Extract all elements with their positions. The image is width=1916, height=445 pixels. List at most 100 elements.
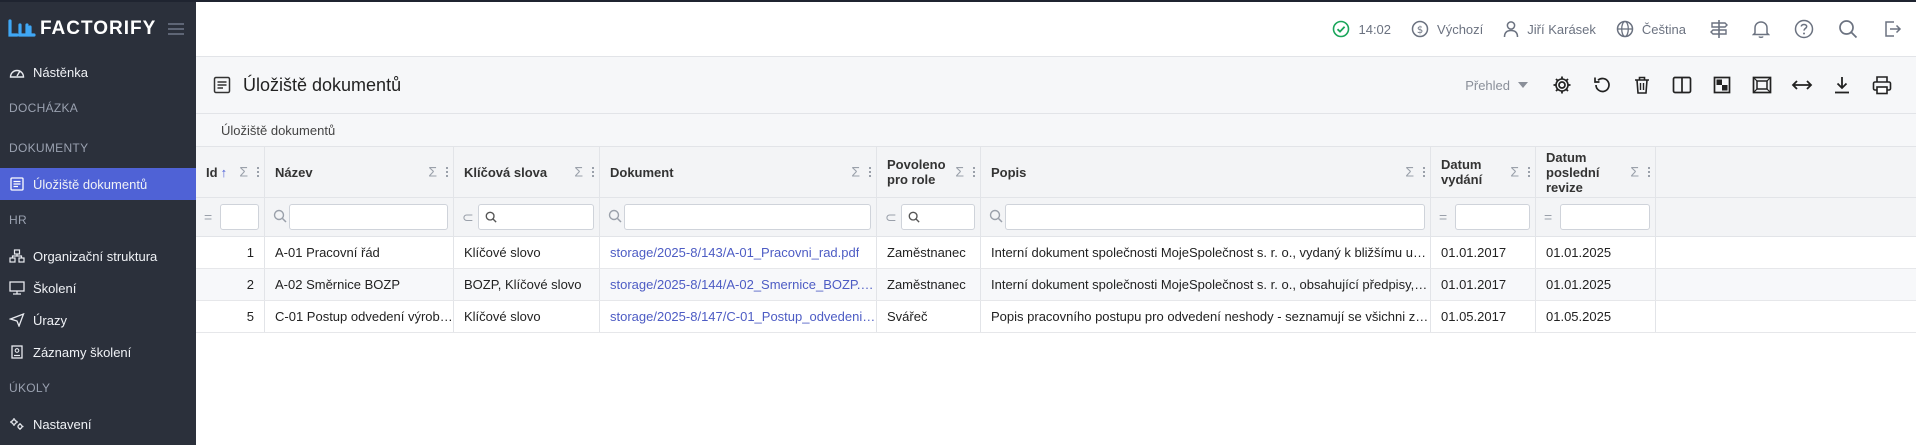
sort-ascending-icon[interactable]: ↑	[221, 165, 228, 180]
language-selector[interactable]: Čeština	[1616, 20, 1686, 38]
filter-input-dokument[interactable]	[624, 204, 871, 230]
sidebar-item-training[interactable]: Školení	[0, 272, 196, 304]
help-icon[interactable]	[1794, 19, 1814, 39]
sidebar-item-org-structure[interactable]: Organizační struktura	[0, 240, 196, 272]
cell-text: Zaměstnanec	[887, 245, 966, 260]
cell-text: 2	[246, 277, 254, 292]
sidebar-item-label: Úrazy	[33, 312, 67, 328]
filter-equals-icon[interactable]: =	[1544, 209, 1560, 225]
filter-search-icon[interactable]	[608, 209, 624, 226]
table-row[interactable]: 2 A-02 Směrnice BOZP BOZP, Klíčové slovo st…	[196, 269, 1916, 301]
sidebar-item-settings[interactable]: Nastavení	[0, 408, 196, 440]
search-icon	[485, 211, 497, 223]
refresh-button[interactable]	[1582, 70, 1622, 100]
settings-gear-button[interactable]	[1542, 70, 1582, 100]
column-header-id[interactable]: Id ↑ Σ	[196, 147, 265, 197]
print-button[interactable]	[1862, 70, 1902, 100]
sum-icon[interactable]: Σ	[1510, 164, 1519, 180]
cell-id: 2	[196, 269, 265, 300]
connection-status[interactable]: 14:02	[1332, 20, 1391, 38]
column-menu-icon[interactable]	[1423, 167, 1425, 177]
breadcrumb-item[interactable]: Úložiště dokumentů	[221, 123, 335, 138]
filter-input-id[interactable]	[220, 204, 259, 230]
column-header-datum_vydani[interactable]: Datum vydání Σ	[1431, 147, 1536, 197]
filter-contains-icon[interactable]: ⊂	[462, 209, 478, 226]
sum-icon[interactable]: Σ	[1405, 164, 1414, 180]
filter-input-klicova_slova[interactable]	[478, 204, 594, 230]
document-link[interactable]: storage/2025-8/144/A-02_Smernice_BOZP.pd…	[610, 277, 876, 292]
table-row[interactable]: 1 A-01 Pracovní řád Klíčové slovo storage/2…	[196, 237, 1916, 269]
columns-icon	[1672, 76, 1692, 94]
sidebar-item-training-records[interactable]: Záznamy školení	[0, 336, 196, 368]
column-header-nazev[interactable]: Název Σ	[265, 147, 454, 197]
cell-dokument[interactable]: storage/2025-8/147/C-01_Postup_odvedeni_…	[600, 301, 877, 332]
download-button[interactable]	[1822, 70, 1862, 100]
sum-icon[interactable]: Σ	[239, 164, 248, 180]
filter-input-povoleno[interactable]	[901, 204, 975, 230]
filter-input-popis[interactable]	[1005, 204, 1425, 230]
sum-icon[interactable]: Σ	[851, 164, 860, 180]
cell-klicova_slova: BOZP, Klíčové slovo	[454, 269, 600, 300]
sum-icon[interactable]: Σ	[955, 164, 964, 180]
search-icon[interactable]	[1838, 19, 1858, 39]
columns-layout-button[interactable]	[1662, 70, 1702, 100]
filter-search-icon[interactable]	[273, 209, 289, 226]
column-header-popis[interactable]: Popis Σ	[981, 147, 1431, 197]
filter-input-nazev[interactable]	[289, 204, 448, 230]
logout-icon[interactable]	[1882, 19, 1902, 39]
user-menu[interactable]: Jiří Karásek	[1503, 20, 1596, 38]
column-header-label: Popis	[991, 164, 1027, 180]
filter-equals-icon[interactable]: =	[1439, 209, 1455, 225]
page-header: Úložiště dokumentů Přehled	[196, 57, 1916, 114]
cell-dokument[interactable]: storage/2025-8/143/A-01_Pracovni_rad.pdf	[600, 237, 877, 268]
page-title: Úložiště dokumentů	[243, 74, 402, 95]
filter-cell-id: =	[196, 198, 265, 236]
image-view-button[interactable]	[1742, 70, 1782, 100]
sidebar-item-document-storage[interactable]: Úložiště dokumentů	[0, 168, 196, 200]
column-menu-icon[interactable]	[257, 167, 259, 177]
cell-text: C-01 Postup odvedení výrobní neshody	[275, 309, 453, 324]
column-header-dokument[interactable]: Dokument Σ	[600, 147, 877, 197]
filter-equals-icon[interactable]: =	[204, 209, 220, 225]
currency-icon: $	[1411, 20, 1429, 38]
menu-toggle-icon[interactable]	[168, 23, 185, 35]
sum-icon[interactable]: Σ	[428, 164, 437, 180]
column-menu-icon[interactable]	[869, 167, 871, 177]
column-header-klicova_slova[interactable]: Klíčová slova Σ	[454, 147, 600, 197]
document-list-icon	[213, 76, 231, 94]
column-menu-icon[interactable]	[1648, 167, 1650, 177]
view-selector-label: Přehled	[1465, 77, 1510, 93]
column-header-datum_revize[interactable]: Datum poslední revize Σ	[1536, 147, 1656, 197]
column-menu-icon[interactable]	[973, 167, 975, 177]
grid-view-button[interactable]	[1702, 70, 1742, 100]
filter-input-datum_revize[interactable]	[1560, 204, 1650, 230]
sum-icon[interactable]: Σ	[574, 164, 583, 180]
filter-input-datum_vydani[interactable]	[1455, 204, 1530, 230]
cell-datum_vydani: 01.05.2017	[1431, 301, 1536, 332]
logo[interactable]: FACTORIFY	[0, 2, 196, 56]
currency-selector[interactable]: $ Výchozí	[1411, 20, 1483, 38]
signpost-icon[interactable]	[1710, 19, 1728, 39]
sidebar-item-injury[interactable]: Úrazy	[0, 304, 196, 336]
filter-contains-icon[interactable]: ⊂	[885, 209, 901, 226]
filter-search-icon[interactable]	[989, 209, 1005, 226]
cell-text: 01.01.2025	[1546, 277, 1612, 292]
table-row[interactable]: 5 C-01 Postup odvedení výrobní neshody Klí…	[196, 301, 1916, 333]
column-menu-icon[interactable]	[1528, 167, 1530, 177]
sum-icon[interactable]: Σ	[1630, 164, 1639, 180]
notifications-bell-icon[interactable]	[1752, 19, 1770, 39]
cell-dokument[interactable]: storage/2025-8/144/A-02_Smernice_BOZP.pd…	[600, 269, 877, 300]
training-records-icon	[9, 345, 25, 359]
sidebar-item-label: Školení	[33, 280, 77, 296]
document-link[interactable]: storage/2025-8/143/A-01_Pracovni_rad.pdf	[610, 245, 859, 260]
delete-button[interactable]	[1622, 70, 1662, 100]
column-menu-icon[interactable]	[592, 167, 594, 177]
fit-width-button[interactable]	[1782, 70, 1822, 100]
view-selector[interactable]: Přehled	[1465, 78, 1528, 93]
document-link[interactable]: storage/2025-8/147/C-01_Postup_odvedeni_…	[610, 309, 876, 324]
column-menu-icon[interactable]	[446, 167, 448, 177]
sidebar-item-dashboard[interactable]: Nástěnka	[0, 56, 196, 88]
column-header-povoleno[interactable]: Povoleno pro role Σ	[877, 147, 981, 197]
sidebar-nav: Nástěnka DOCHÁZKA DOKUMENTY Úložiště dokume…	[0, 56, 196, 440]
user-icon	[1504, 21, 1519, 38]
